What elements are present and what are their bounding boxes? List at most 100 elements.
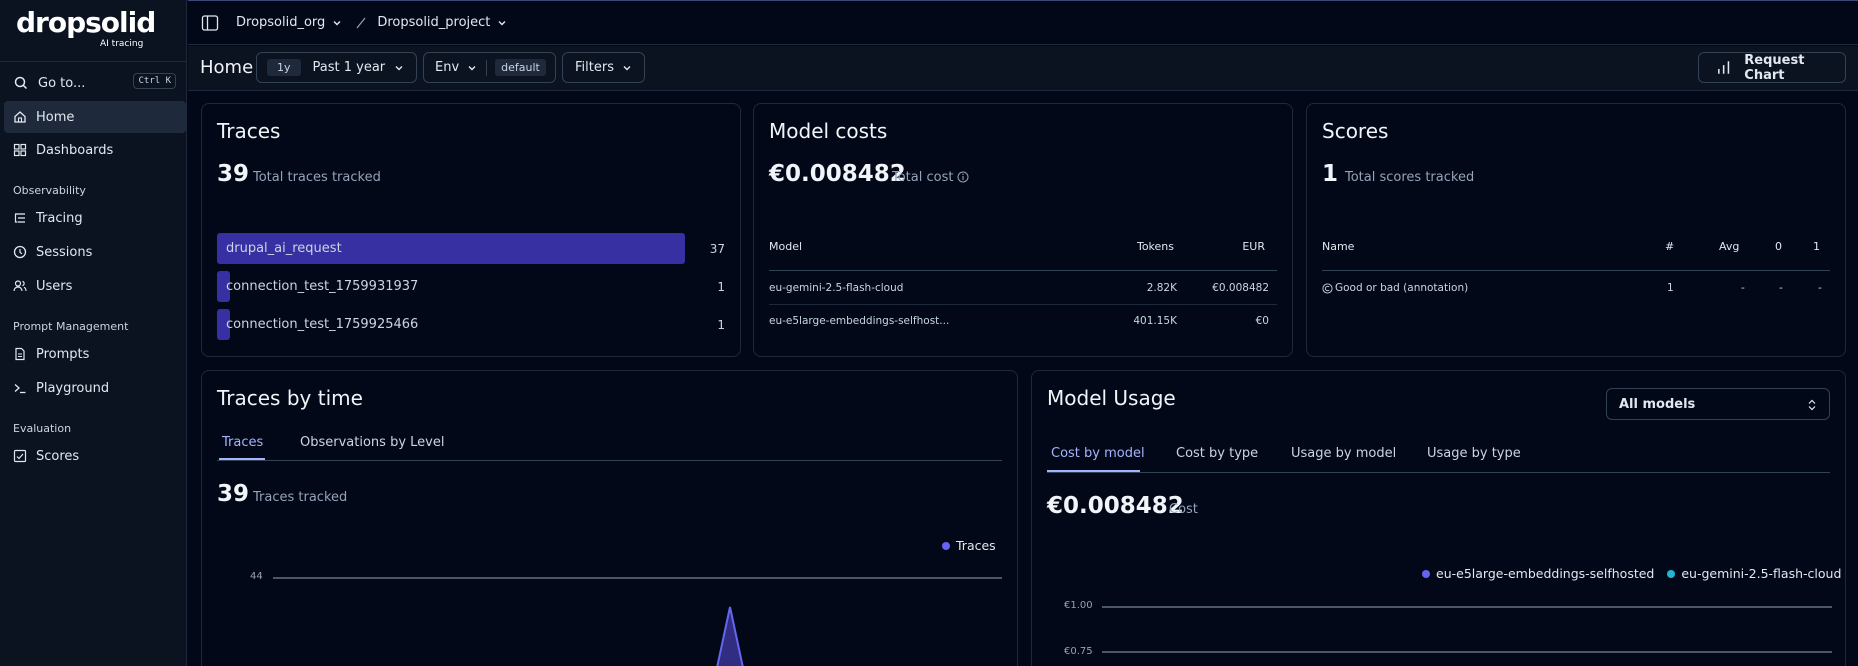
traces-card: Traces 39 Total traces tracked drupal_ai… <box>201 103 741 357</box>
request-chart-button[interactable]: Request Chart <box>1698 52 1846 83</box>
score-avg: - <box>1741 282 1745 294</box>
model-tokens: 401.15K <box>1133 315 1177 327</box>
divider <box>1322 270 1830 271</box>
goto-label: Go to... <box>38 75 86 91</box>
breadcrumb-separator-icon <box>356 17 366 28</box>
app: dropsolid AI tracing Go to... Ctrl K Hom… <box>0 0 1858 666</box>
column-header-zero: 0 <box>1775 240 1782 253</box>
column-header-one: 1 <box>1813 240 1820 253</box>
trace-name: connection_test_1759931937 <box>226 279 419 294</box>
sidebar-item-users[interactable]: Users <box>4 270 186 302</box>
dashboard-icon <box>13 143 27 157</box>
clock-icon <box>13 245 27 259</box>
chevron-down-icon <box>395 65 403 70</box>
model-usage-card: Model Usage All models Cost by model Cos… <box>1031 370 1846 666</box>
column-header-tokens: Tokens <box>1136 240 1174 253</box>
divider <box>769 270 1277 271</box>
date-range-select[interactable]: 1y Past 1 year <box>256 52 417 83</box>
section-observability: Observability <box>13 184 86 197</box>
section-prompt-management: Prompt Management <box>13 320 129 333</box>
search-icon <box>14 76 28 90</box>
trace-name: drupal_ai_request <box>226 241 342 256</box>
sidebar-item-label: Home <box>36 109 75 125</box>
sidebar-item-sessions[interactable]: Sessions <box>4 236 186 268</box>
sidebar-item-home[interactable]: Home <box>4 101 186 133</box>
score-count: 1 <box>1667 282 1674 294</box>
trace-name: connection_test_1759925466 <box>226 317 419 332</box>
score-zero: - <box>1779 282 1783 294</box>
logo-wordmark: dropsolid <box>16 6 156 39</box>
card-title: Model costs <box>769 119 888 143</box>
sidebar-item-label: Users <box>36 278 73 294</box>
column-header-model: Model <box>769 240 803 253</box>
env-value-badge: default <box>495 59 546 76</box>
sidebar-item-label: Playground <box>36 380 110 396</box>
chevron-down-icon <box>623 65 631 70</box>
divider <box>486 59 488 76</box>
model-name: eu-gemini-2.5-flash-cloud <box>769 282 904 294</box>
trace-count: 1 <box>717 318 725 332</box>
sidebar-toggle-icon[interactable] <box>201 14 219 32</box>
sidebar-item-prompts[interactable]: Prompts <box>4 338 186 370</box>
total-cost-value: €0.008482 <box>769 161 906 187</box>
traces-series-line <box>716 606 744 666</box>
model-eur: €0.008482 <box>1212 282 1269 294</box>
env-label: Env <box>435 60 460 75</box>
sidebar-item-label: Sessions <box>36 244 93 260</box>
sidebar: dropsolid AI tracing Go to... Ctrl K Hom… <box>0 0 187 666</box>
home-icon <box>14 111 26 123</box>
model-costs-card: Model costs €0.008482 Total cost Model T… <box>753 103 1293 357</box>
date-range-label: Past 1 year <box>312 60 386 75</box>
sidebar-item-label: Scores <box>36 448 80 464</box>
score-one: - <box>1818 282 1822 294</box>
goto-search[interactable]: Go to... Ctrl K <box>6 68 182 98</box>
request-chart-label: Request Chart <box>1744 52 1805 83</box>
column-header-eur: EUR <box>1242 240 1265 253</box>
chevron-down-icon <box>468 65 476 70</box>
terminal-icon <box>14 384 26 394</box>
column-header-avg: Avg <box>1719 240 1740 253</box>
scores-count: 1 <box>1322 161 1339 187</box>
file-text-icon <box>15 347 25 361</box>
filters-label: Filters <box>575 60 614 75</box>
list-tree-icon <box>14 213 25 223</box>
breadcrumb-org[interactable]: Dropsolid_org <box>236 15 325 30</box>
total-cost-label: Total cost <box>892 170 954 185</box>
model-tokens: 2.82K <box>1146 282 1177 294</box>
model-name: eu-e5large-embeddings-selfhost... <box>769 315 950 327</box>
page-title: Home <box>200 57 254 78</box>
date-range-badge: 1y <box>267 59 301 76</box>
traces-count: 39 <box>217 161 250 187</box>
model-eur: €0 <box>1255 315 1269 327</box>
section-evaluation: Evaluation <box>13 422 72 435</box>
bar-chart-icon <box>1718 60 1730 74</box>
users-icon <box>13 280 27 292</box>
goto-shortcut: Ctrl K <box>133 73 176 89</box>
scores-card: Scores 1 Total scores tracked Name # Avg… <box>1306 103 1846 357</box>
column-header-count: # <box>1665 240 1675 253</box>
sidebar-item-label: Prompts <box>36 346 90 362</box>
breadcrumb: Dropsolid_org Dropsolid_project <box>236 15 507 30</box>
column-header-name: Name <box>1322 240 1355 253</box>
card-title: Scores <box>1322 119 1389 143</box>
sidebar-item-scores[interactable]: Scores <box>4 440 186 472</box>
env-filter[interactable]: Env default <box>423 52 556 83</box>
chevron-down-icon[interactable] <box>497 18 507 28</box>
trace-count: 1 <box>717 280 725 294</box>
annotation-icon <box>1322 283 1333 294</box>
sidebar-item-dashboards[interactable]: Dashboards <box>4 134 186 166</box>
toolbar: Home 1y Past 1 year Env default Filters … <box>188 46 1858 91</box>
sidebar-item-label: Tracing <box>36 210 83 226</box>
trace-count: 37 <box>709 242 725 256</box>
score-name: Good or bad (annotation) <box>1335 282 1469 294</box>
logo[interactable]: dropsolid AI tracing <box>0 0 186 62</box>
info-icon[interactable] <box>957 171 969 183</box>
chevron-down-icon[interactable] <box>332 18 342 28</box>
filters-button[interactable]: Filters <box>562 52 645 83</box>
logo-subtitle: AI tracing <box>100 39 144 49</box>
sidebar-item-tracing[interactable]: Tracing <box>4 202 186 234</box>
traces-by-time-card: Traces by time Traces Observations by Le… <box>201 370 1018 666</box>
scores-count-label: Total scores tracked <box>1345 170 1475 185</box>
sidebar-item-playground[interactable]: Playground <box>4 372 186 404</box>
breadcrumb-project[interactable]: Dropsolid_project <box>377 15 490 30</box>
